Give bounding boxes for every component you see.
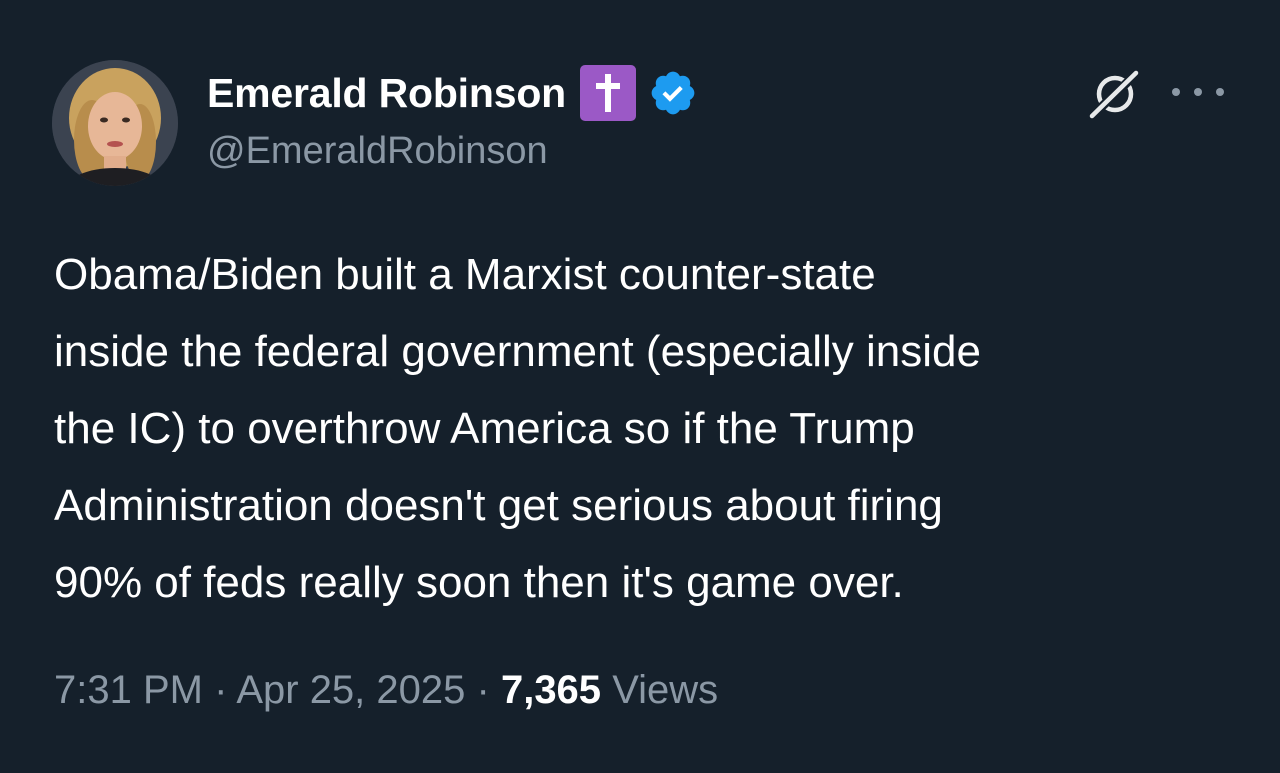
avatar[interactable] (52, 60, 178, 186)
tweet-text: Obama/Biden built a Marxist counter-stat… (54, 236, 1254, 621)
tweet-meta: 7:31 PM · Apr 25, 2025 · 7,365 Views (54, 668, 718, 713)
tweet-text-line: the IC) to overthrow America so if the T… (54, 404, 915, 453)
tweet-text-line: Administration doesn't get serious about… (54, 481, 943, 530)
meta-separator: · (214, 668, 237, 712)
grok-icon[interactable] (1086, 64, 1144, 122)
author-handle[interactable]: @EmeraldRobinson (207, 130, 548, 173)
views-count: 7,365 (500, 668, 602, 712)
author-name-row: Emerald Robinson (207, 65, 698, 121)
more-dot (1216, 88, 1224, 96)
tweet-time[interactable]: 7:31 PM (54, 668, 203, 712)
tweet-text-line: inside the federal government (especiall… (54, 327, 981, 376)
tweet-card: Emerald Robinson @EmeraldRobinson Obama/… (0, 0, 1280, 773)
verified-badge-icon[interactable] (648, 68, 698, 118)
author-display-name[interactable]: Emerald Robinson (207, 70, 566, 117)
more-dot (1194, 88, 1202, 96)
tweet-date[interactable]: Apr 25, 2025 (236, 668, 465, 712)
tweet-text-line: 90% of feds really soon then it's game o… (54, 558, 904, 607)
more-dot (1172, 88, 1180, 96)
meta-separator: · (476, 668, 501, 712)
tweet-text-line: Obama/Biden built a Marxist counter-stat… (54, 250, 876, 299)
more-options-icon[interactable] (1172, 78, 1224, 106)
views-label: Views (612, 668, 719, 712)
avatar-image (52, 60, 178, 186)
latin-cross-icon (580, 65, 637, 121)
